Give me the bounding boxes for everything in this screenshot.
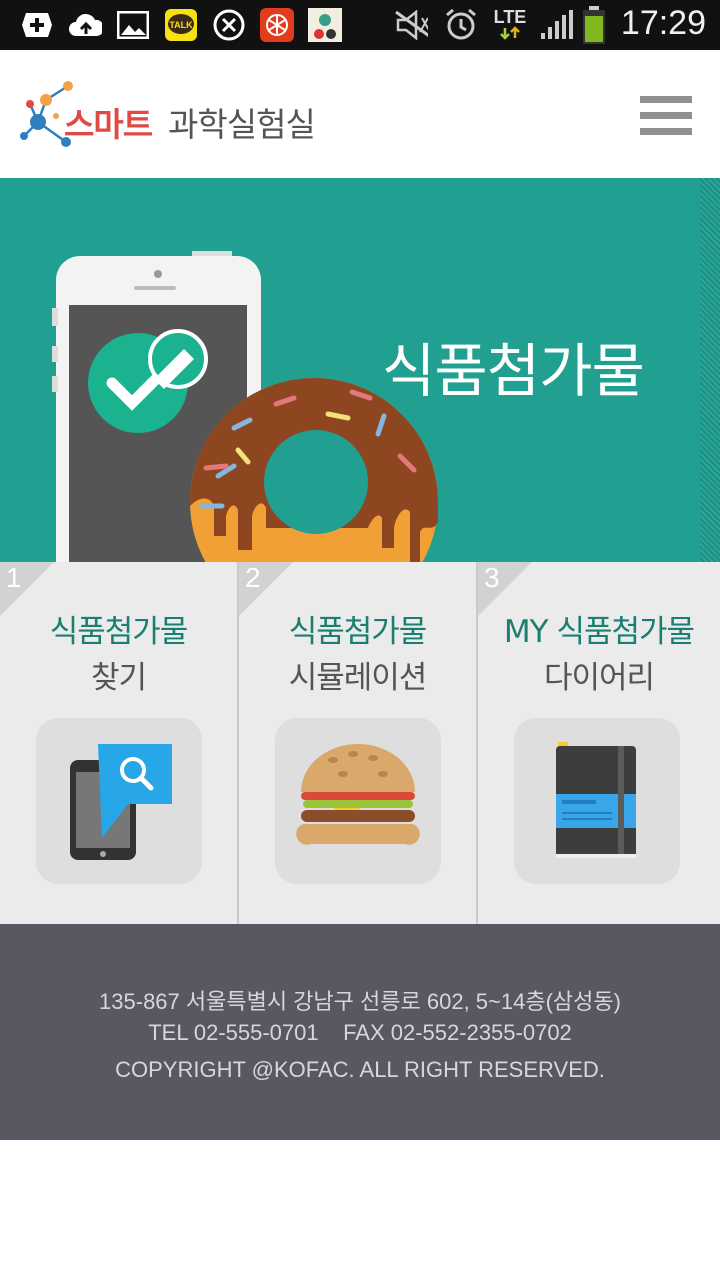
- tile-find-additive[interactable]: 1 식품첨가물 찾기: [0, 562, 239, 924]
- cloud-upload-icon: [68, 9, 102, 41]
- lte-icon: LTE: [490, 6, 530, 41]
- banner-edge: [700, 178, 720, 562]
- app-header: 스마트 과학실험실: [0, 50, 720, 178]
- tile-subtitle: 시뮬레이션: [288, 660, 428, 696]
- logo-text-primary[interactable]: 스마트: [64, 98, 153, 146]
- mute-icon: [394, 9, 428, 41]
- footer-copyright: COPYRIGHT @KOFAC. ALL RIGHT RESERVED.: [115, 1057, 605, 1082]
- tile-subtitle: 찾기: [90, 660, 147, 696]
- alarm-icon: [444, 8, 478, 41]
- banner-title: 식품첨가물: [382, 337, 645, 405]
- status-bar: TALK LTE 17:29: [0, 0, 720, 50]
- tile-number: 2: [245, 562, 261, 593]
- hamburger-menu-icon[interactable]: [640, 96, 696, 136]
- plus-icon: [20, 9, 54, 41]
- tile-number: 3: [484, 562, 500, 593]
- tile-title: MY 식품첨가물: [503, 614, 695, 650]
- tile-number: 1: [6, 562, 22, 593]
- tile-title: 식품첨가물: [49, 614, 189, 650]
- tile-subtitle: 다이어리: [543, 660, 655, 696]
- hero-banner: 식품첨가물: [0, 178, 720, 562]
- kakao-label: TALK: [169, 20, 193, 30]
- tile-title: 식품첨가물: [288, 614, 428, 650]
- lte-label: LTE: [493, 6, 527, 27]
- game-app-icon: [308, 8, 342, 42]
- notebook-icon[interactable]: [514, 718, 680, 884]
- hamburger-food-icon[interactable]: [275, 718, 441, 884]
- tile-my-diary[interactable]: 3 MY 식품첨가물 다이어리: [478, 562, 720, 924]
- signal-icon: [538, 9, 576, 41]
- status-time: 17:29: [620, 4, 706, 42]
- phone-search-icon[interactable]: [36, 718, 202, 884]
- menu-tiles: 1 식품첨가물 찾기 2 식품첨가물 시뮬레이션 3 MY 식품첨가물 다이어리: [0, 562, 720, 924]
- footer: 135-867 서울특별시 강남구 선릉로 602, 5~14층(삼성동) TE…: [0, 924, 720, 1140]
- tile-simulation[interactable]: 2 식품첨가물 시뮬레이션: [239, 562, 478, 924]
- battery-icon: [580, 6, 608, 44]
- red-app-icon: [260, 8, 294, 42]
- footer-contact: TEL 02-555-0701 FAX 02-552-2355-0702: [148, 1020, 572, 1045]
- kakaotalk-icon: TALK: [164, 9, 198, 41]
- x-app-icon: [212, 9, 246, 41]
- image-icon: [116, 9, 150, 41]
- footer-address: 135-867 서울특별시 강남구 선릉로 602, 5~14층(삼성동): [99, 989, 621, 1014]
- logo-text-secondary[interactable]: 과학실험실: [168, 98, 316, 146]
